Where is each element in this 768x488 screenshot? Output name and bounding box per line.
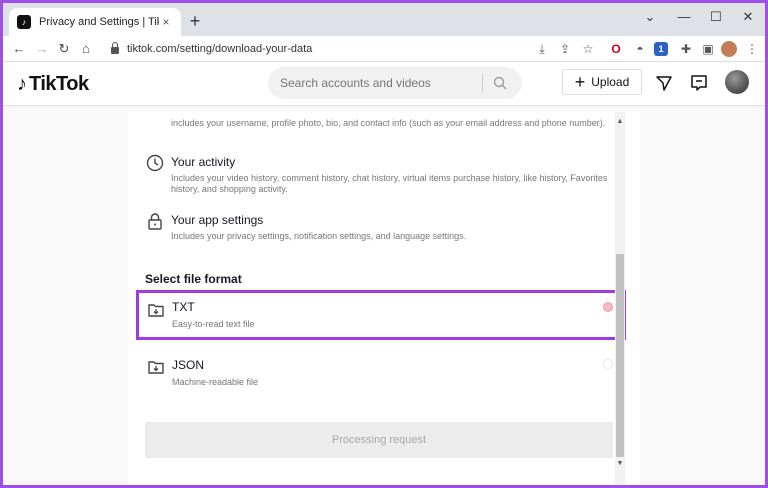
- activity-item: Your activity Includes your video histor…: [146, 154, 607, 198]
- close-window-button[interactable]: ✕: [733, 7, 763, 27]
- extension-badge-icon[interactable]: 1: [654, 42, 668, 56]
- search-bar: [268, 67, 522, 99]
- scrollbar[interactable]: ▲ ▼: [615, 112, 625, 485]
- processing-request-button[interactable]: Processing request: [145, 422, 613, 458]
- bookmark-star-icon[interactable]: ☆: [579, 40, 597, 58]
- format-title: TXT: [172, 300, 195, 314]
- format-description: Easy-to-read text file: [172, 319, 255, 329]
- scroll-down-arrow-icon[interactable]: ▼: [616, 460, 624, 467]
- tab-title: Privacy and Settings | TikTok: [39, 16, 159, 28]
- new-tab-button[interactable]: +: [185, 11, 205, 31]
- download-data-panel: includes your username, profile photo, b…: [128, 112, 640, 485]
- scroll-up-arrow-icon[interactable]: ▲: [616, 118, 624, 125]
- profile-description: includes your username, profile photo, b…: [171, 118, 606, 128]
- format-title: JSON: [172, 358, 205, 372]
- format-option-json[interactable]: JSON Machine-readable file: [136, 350, 626, 400]
- item-title: Your activity: [171, 155, 236, 169]
- url-text: tiktok.com/setting/download-your-data: [127, 43, 313, 55]
- tiktok-logo[interactable]: ♪ TikTok: [17, 71, 89, 97]
- section-title: Select file format: [145, 272, 242, 286]
- browser-window: ♪ Privacy and Settings | TikTok × + ⌄ — …: [3, 3, 765, 485]
- tiktok-header: ♪ TikTok + Upload: [3, 62, 765, 106]
- tab-privacy-settings[interactable]: ♪ Privacy and Settings | TikTok ×: [9, 8, 181, 36]
- profile-avatar[interactable]: [721, 41, 737, 57]
- item-description: Includes your video history, comment his…: [171, 173, 608, 194]
- format-option-txt[interactable]: TXT Easy-to-read text file: [136, 290, 626, 340]
- tiktok-favicon-icon: ♪: [17, 15, 31, 29]
- folder-download-icon: [148, 304, 164, 317]
- search-icon: [493, 76, 507, 90]
- back-arrow-icon[interactable]: ←: [9, 39, 29, 59]
- format-description: Machine-readable file: [172, 377, 259, 387]
- radio-json[interactable]: [603, 359, 613, 369]
- folder-download-icon: [148, 361, 164, 374]
- home-icon[interactable]: ⌂: [76, 39, 96, 59]
- share-icon[interactable]: ⇪: [556, 40, 574, 58]
- lock-icon: [148, 213, 162, 230]
- side-panel-icon[interactable]: ▣: [699, 40, 717, 58]
- profile-avatar[interactable]: [725, 70, 749, 94]
- maximize-button[interactable]: ☐: [701, 7, 731, 27]
- inbox-icon[interactable]: [688, 72, 710, 94]
- app-settings-item: Your app settings Includes your privacy …: [146, 212, 606, 244]
- tiktok-note-icon: ♪: [17, 72, 27, 95]
- plus-icon: +: [574, 71, 586, 92]
- extensions-puzzle-icon[interactable]: ✚: [677, 40, 695, 58]
- item-title: Your app settings: [171, 213, 264, 227]
- search-input[interactable]: [268, 76, 468, 90]
- browser-toolbar: ← → ↻ ⌂ tiktok.com/setting/download-your…: [3, 36, 765, 62]
- search-button[interactable]: [483, 67, 517, 99]
- scroll-thumb[interactable]: [616, 254, 624, 457]
- minimize-button[interactable]: —: [669, 7, 699, 27]
- upload-button[interactable]: + Upload: [562, 69, 642, 95]
- more-menu-icon[interactable]: ⋮: [743, 40, 761, 58]
- tab-search-chevron-icon[interactable]: ⌄: [635, 7, 665, 27]
- send-icon[interactable]: [653, 72, 675, 94]
- address-bar[interactable]: tiktok.com/setting/download-your-data: [101, 38, 601, 60]
- lock-icon: [111, 42, 119, 54]
- clock-icon: [146, 154, 164, 172]
- tab-close-icon[interactable]: ×: [159, 15, 173, 29]
- opera-extension-icon[interactable]: O: [607, 40, 625, 58]
- item-description: Includes your privacy settings, notifica…: [171, 231, 467, 241]
- logo-text: TikTok: [29, 72, 89, 95]
- install-app-icon[interactable]: ⤓: [533, 40, 551, 58]
- forward-arrow-icon[interactable]: →: [32, 39, 52, 59]
- tab-strip: ♪ Privacy and Settings | TikTok × + ⌄ — …: [3, 3, 765, 36]
- radio-txt[interactable]: [603, 302, 613, 312]
- upload-label: Upload: [591, 75, 630, 89]
- spy-extension-icon[interactable]: ◓: [631, 40, 649, 58]
- reload-icon[interactable]: ↻: [54, 39, 74, 59]
